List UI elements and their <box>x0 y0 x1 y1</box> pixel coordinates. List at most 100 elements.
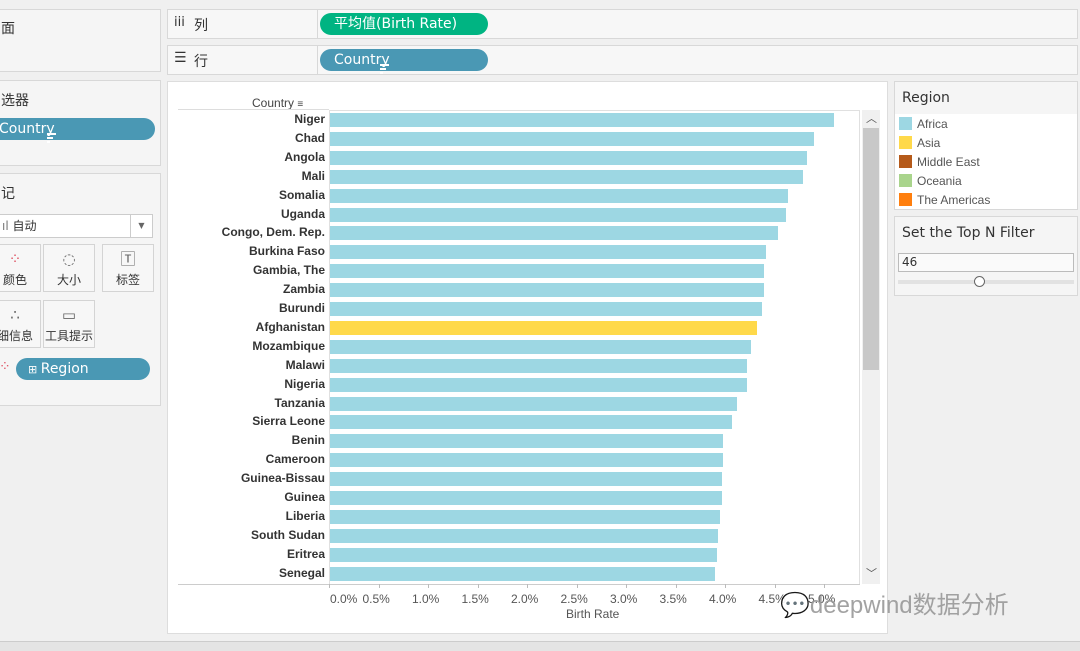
slider-knob[interactable] <box>973 276 985 287</box>
detail-card[interactable]: ∴ 细信息 <box>0 300 41 348</box>
row-label[interactable]: Liberia <box>286 509 325 523</box>
row-label[interactable]: Mali <box>302 169 325 183</box>
scrollbar-thumb[interactable] <box>863 128 879 370</box>
bar[interactable] <box>330 169 804 184</box>
x-tick-mark <box>477 584 479 588</box>
row-label[interactable]: Guinea <box>284 490 325 504</box>
rows-shelf: ☰ 行 Country <box>167 45 1078 75</box>
bar[interactable] <box>330 207 787 222</box>
row-label[interactable]: Nigeria <box>284 377 325 391</box>
row-label[interactable]: Chad <box>295 131 325 145</box>
legend-item[interactable]: Middle East <box>899 153 980 172</box>
bar[interactable] <box>330 339 751 354</box>
rows-pill-country[interactable]: Country <box>320 49 488 74</box>
row-label[interactable]: Niger <box>294 112 325 126</box>
legend-item[interactable]: The Americas <box>899 191 990 210</box>
legend-item[interactable]: Asia <box>899 134 940 153</box>
row-label[interactable]: Eritrea <box>287 547 325 561</box>
bar[interactable] <box>330 131 815 146</box>
top-n-slider[interactable] <box>898 276 1074 287</box>
tooltip-card[interactable]: ▭ 工具提示 <box>43 300 95 348</box>
region-color-pill[interactable]: ⊞ Region <box>16 358 150 380</box>
bar[interactable] <box>330 320 757 335</box>
parameter-title: Set the Top N Filter <box>902 225 1035 241</box>
bar[interactable] <box>330 547 718 562</box>
row-label[interactable]: Cameroon <box>266 452 325 466</box>
chevron-down-icon[interactable]: ﹀ <box>866 565 877 581</box>
row-labels: Niger Chad Angola Mali Somalia Uganda Congo, D… <box>178 110 325 584</box>
bar[interactable] <box>330 264 764 279</box>
pages-shelf: 面 <box>0 9 161 72</box>
filter-pill-country[interactable]: Country <box>0 118 155 143</box>
row-label[interactable]: Guinea-Bissau <box>241 471 325 485</box>
bar[interactable] <box>330 396 737 411</box>
legend-item[interactable]: Oceania <box>899 172 962 191</box>
mark-type-select[interactable]: ıl 自动 ▼ <box>0 214 153 238</box>
bar[interactable] <box>330 472 723 487</box>
label-card[interactable]: 🅃 标签 <box>102 244 154 292</box>
columns-label: 列 <box>194 18 208 34</box>
legend-label: Asia <box>917 136 941 150</box>
x-tick-mark <box>576 584 578 588</box>
row-label[interactable]: Gambia, The <box>253 263 325 277</box>
row-label[interactable]: Somalia <box>279 188 325 202</box>
row-label[interactable]: South Sudan <box>251 528 325 542</box>
x-axis-title: Birth Rate <box>566 607 620 621</box>
legend-swatch <box>899 155 912 168</box>
row-header[interactable]: Country ≡ <box>252 96 303 110</box>
plot-area <box>329 110 860 584</box>
bar[interactable] <box>330 566 716 581</box>
x-tick-mark <box>378 584 380 588</box>
vertical-scrollbar[interactable]: ︿ ﹀ <box>862 110 880 584</box>
legend-swatch <box>899 174 912 187</box>
bar[interactable] <box>330 226 779 241</box>
top-n-input[interactable]: 46 <box>898 253 1074 272</box>
size-card[interactable]: ◌ 大小 <box>43 244 95 292</box>
bar[interactable] <box>330 245 766 260</box>
bar[interactable] <box>330 302 762 316</box>
row-label[interactable]: Angola <box>284 150 325 164</box>
row-label[interactable]: Afghanistan <box>256 320 325 334</box>
row-label[interactable]: Burundi <box>279 301 325 315</box>
bar[interactable] <box>330 434 724 449</box>
row-label[interactable]: Congo, Dem. Rep. <box>222 225 325 239</box>
bar[interactable] <box>330 415 732 430</box>
row-label[interactable]: Tanzania <box>275 396 325 410</box>
row-label[interactable]: Zambia <box>283 282 325 296</box>
top-n-parameter: Set the Top N Filter 46 <box>894 216 1078 296</box>
row-label[interactable]: Mozambique <box>252 339 325 353</box>
bottom-tab-bar <box>0 641 1080 651</box>
bar[interactable] <box>330 491 723 505</box>
legend-swatch <box>899 117 912 130</box>
sort-icon <box>380 64 390 74</box>
bar[interactable] <box>330 453 724 468</box>
legend-item[interactable]: Africa <box>899 115 948 134</box>
rows-icon: ☰ <box>174 50 187 66</box>
columns-pill-birth-rate[interactable]: 平均值(Birth Rate) <box>320 13 488 35</box>
row-label[interactable]: Sierra Leone <box>252 414 325 428</box>
x-tick-mark <box>428 584 429 588</box>
row-label[interactable]: Senegal <box>279 566 325 580</box>
row-label[interactable]: Benin <box>292 433 325 447</box>
bar-chart-icon: ıl <box>2 219 13 233</box>
filters-title: 选器 <box>1 93 29 109</box>
color-card[interactable]: ⁘ 颜色 <box>0 244 41 292</box>
row-label[interactable]: Malawi <box>286 358 325 372</box>
pages-title: 面 <box>1 21 15 37</box>
chevron-up-icon[interactable]: ︿ <box>866 110 877 126</box>
x-tick-mark <box>725 584 726 588</box>
x-tick-label: 4.0% <box>709 592 737 606</box>
x-tick-label: 3.5% <box>659 592 687 606</box>
row-label[interactable]: Uganda <box>281 207 325 221</box>
row-label[interactable]: Burkina Faso <box>249 244 325 258</box>
bar[interactable] <box>330 283 764 298</box>
bar[interactable] <box>330 113 834 127</box>
bar[interactable] <box>330 150 808 165</box>
tooltip-icon: ▭ <box>61 306 77 324</box>
bar[interactable] <box>330 528 719 543</box>
bar[interactable] <box>330 377 747 392</box>
color-dots-icon: ⁘ <box>8 250 22 268</box>
bar[interactable] <box>330 188 789 203</box>
bar[interactable] <box>330 358 747 373</box>
bar[interactable] <box>330 509 721 524</box>
